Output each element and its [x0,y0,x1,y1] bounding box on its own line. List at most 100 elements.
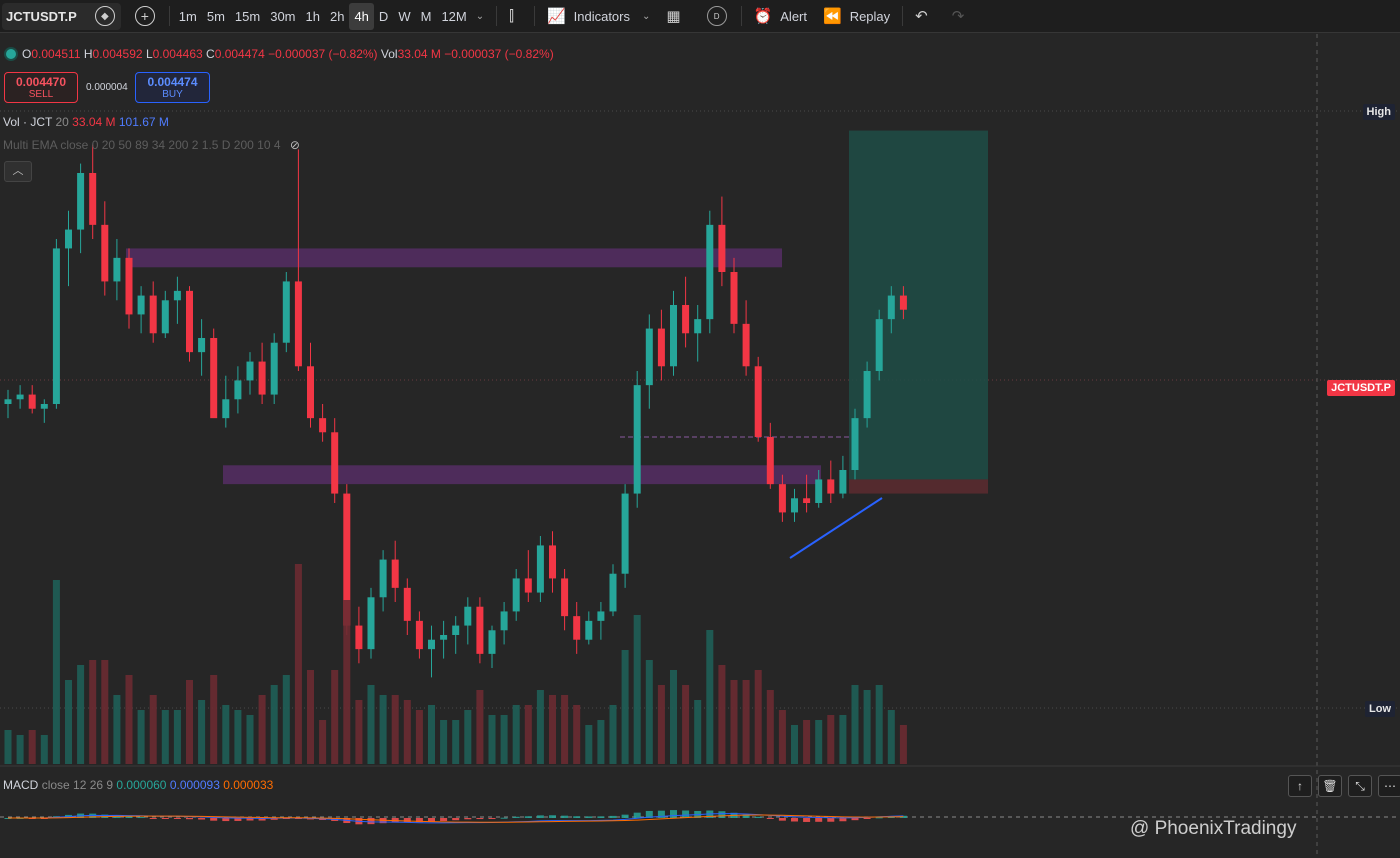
candle-body [778,484,786,513]
macd-histogram-bar [585,816,593,818]
ema-legend-text: Multi EMA close 0 20 50 89 34 200 2 1.5 … [3,138,281,152]
interval-1h[interactable]: 1h [301,3,325,30]
interval-4h[interactable]: 4h [349,2,374,30]
volume-bar [40,735,48,764]
interval-m[interactable]: M [416,3,437,30]
price-chart[interactable] [0,34,1400,858]
volume-bar [476,690,484,764]
volume-bar [77,665,85,764]
volume-bar [246,715,254,764]
volume-bar [307,670,314,764]
candle-body [234,380,242,400]
volume-legend[interactable]: Vol · JCT 20 33.04 M 101.67 M [3,115,169,129]
add-symbol-icon[interactable]: + [134,6,155,26]
interval-w[interactable]: W [393,3,415,30]
volume-bar [561,695,569,764]
toolbar-divider [496,6,498,26]
volume-value: 33.04 M [397,47,441,61]
volume-bar [803,720,811,764]
macd-line-value: 0.000093 [169,778,220,792]
macd-histogram-bar [549,815,556,818]
interval-30m[interactable]: 30m [265,3,300,30]
low-value: 0.004463 [152,47,203,61]
candle-body [597,611,605,621]
candle-body [355,625,363,650]
replay-button[interactable]: ⏪ Replay [815,3,898,30]
candle-body [561,578,569,617]
interval-d[interactable]: D [374,3,393,30]
redo-icon: ↷ [951,8,965,25]
macd-histogram-bar [524,816,532,818]
volume-bar [367,685,375,764]
macd-histogram-bar [609,815,617,818]
alert-button[interactable]: ⏰ Alert [746,3,815,30]
macd-histogram-bar [149,818,157,819]
volume-bar [536,690,544,764]
layout-badge[interactable]: D [706,6,727,26]
macd-histogram-bar [210,818,218,821]
macd-legend[interactable]: MACD close 12 26 9 0.000060 0.000093 0.0… [3,778,273,792]
candle-body [186,290,193,353]
candle-body [89,173,97,225]
undo-icon: ↶ [915,8,928,25]
candle-body [754,366,762,437]
interval-15m[interactable]: 15m [230,3,265,30]
volume-bar [415,710,423,764]
indicators-button[interactable]: 📈 Indicators [539,3,638,30]
symbol-price-tag: JCTUSDT.P [1327,380,1395,396]
macd-histogram-bar [561,815,569,818]
collapse-legend-button[interactable]: ︿ [4,161,32,182]
buy-button[interactable]: 0.004474 BUY [135,72,210,103]
macd-histogram-bar [198,818,206,820]
layout-button[interactable]: ▦ [658,3,696,30]
redo-button[interactable]: ↷ [944,3,981,30]
candle-body [125,257,133,315]
market-status-icon [6,49,16,59]
macd-histogram-bar [791,818,798,822]
rewind-icon: ⏪ [823,8,842,25]
hidden-eye-icon[interactable]: ⊘ [290,138,300,152]
volume-bar [839,715,847,764]
candle-body [113,257,121,282]
candles-icon: ⫿ [509,7,514,25]
candle-body [307,366,314,419]
volume-bar [452,720,460,764]
candle-body [500,611,508,631]
candle-body [621,493,629,574]
candle-body [682,305,690,334]
candle-body [246,361,254,381]
sell-label: SELL [28,89,54,100]
macd-histogram-bar [815,818,823,822]
chart-type-button[interactable]: ⫿ [501,3,530,30]
volume-legend-v1: 33.04 M [72,115,116,129]
ema-legend[interactable]: Multi EMA close 0 20 50 89 34 200 2 1.5 … [3,138,300,152]
volume-bar [609,705,617,764]
macd-histogram-bar [803,818,811,822]
indicators-chevron-icon[interactable]: ⌄ [638,11,658,22]
macd-histogram-bar [754,816,762,818]
volume-bar [718,665,726,764]
candle-body [52,248,60,404]
interval-dropdown-chevron-icon[interactable]: ⌄ [472,11,492,22]
close-value: 0.004474 [214,47,265,61]
volume-bar [403,700,411,764]
interval-2h[interactable]: 2h [325,3,349,30]
interval-5m[interactable]: 5m [202,3,230,30]
buy-label: BUY [162,89,183,100]
sell-button[interactable]: 0.004470 SELL [4,72,78,103]
symbol-search-button[interactable]: JCTUSDT.P ◆ [2,2,121,30]
volume-bar [815,720,823,764]
candle-body [512,578,520,612]
interval-12m[interactable]: 12M [436,3,471,30]
interval-1m[interactable]: 1m [174,3,202,30]
move-pane-up-icon[interactable]: ↑ [1288,775,1312,797]
volume-bar [294,564,302,764]
long-profit-zone [849,130,988,480]
more-pane-icon[interactable]: ⋯ [1378,775,1400,797]
collapse-pane-icon[interactable]: ⤡ [1348,775,1372,797]
undo-button[interactable]: ↶ [907,3,944,30]
volume-bar [319,720,327,764]
volume-bar [379,695,387,764]
delete-pane-icon[interactable]: 🗑 [1318,775,1342,797]
volume-bar [391,695,399,764]
